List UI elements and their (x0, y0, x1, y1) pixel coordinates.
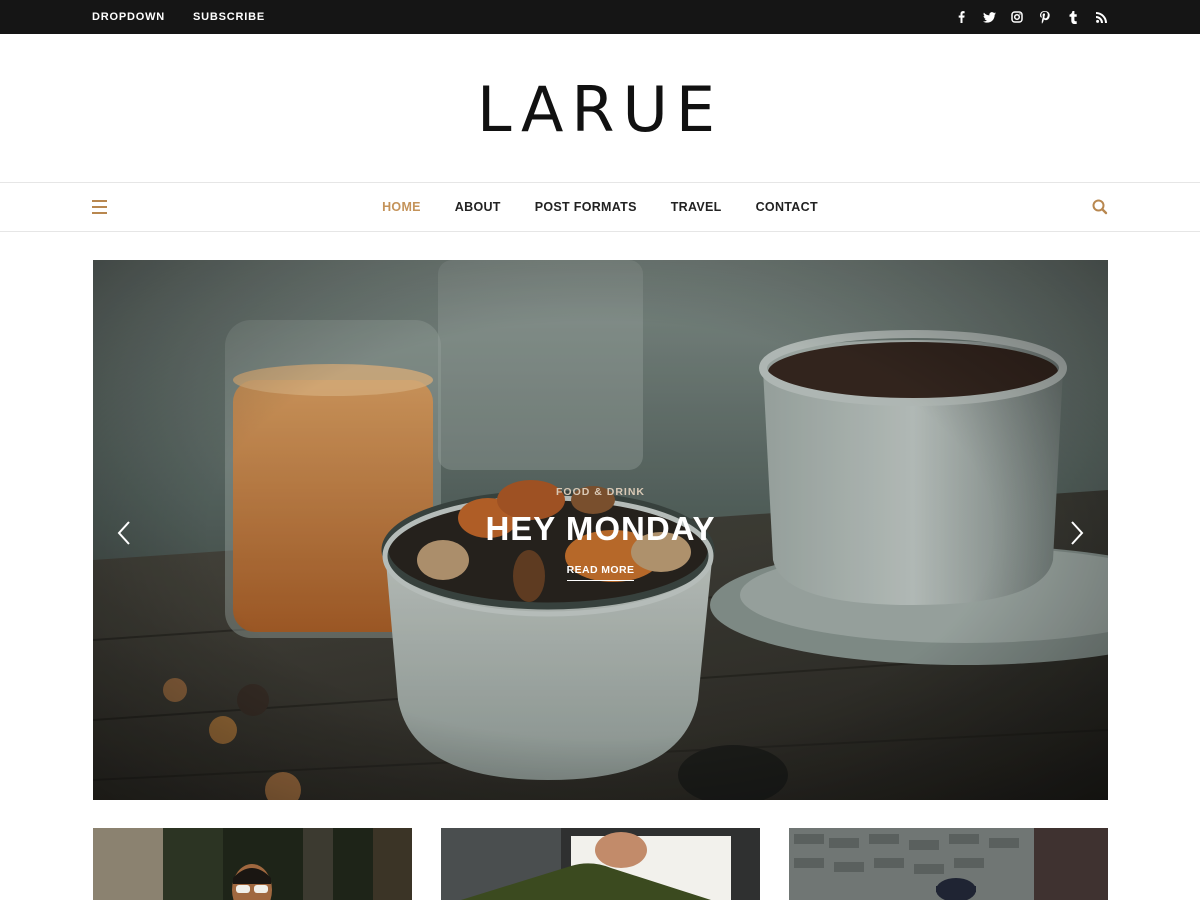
top-link-subscribe[interactable]: SUBSCRIBE (193, 11, 265, 23)
instagram-icon[interactable] (1010, 11, 1024, 23)
facebook-icon[interactable] (954, 11, 968, 23)
tumblr-icon[interactable] (1066, 10, 1080, 24)
nav-item-home[interactable]: HOME (382, 200, 421, 214)
post-card-image[interactable] (789, 828, 1108, 900)
top-links: DROPDOWN SUBSCRIBE (92, 0, 265, 34)
twitter-icon[interactable] (982, 11, 996, 23)
nav-menu: HOME ABOUT POST FORMATS TRAVEL CONTACT (0, 183, 1200, 231)
site-header: LARUE (0, 34, 1200, 182)
post-card-image[interactable] (93, 828, 412, 900)
site-logo[interactable]: LARUE (477, 73, 723, 146)
search-icon[interactable] (1092, 198, 1108, 216)
read-more-link[interactable]: READ MORE (566, 564, 635, 581)
chevron-right-icon[interactable] (1066, 518, 1086, 548)
nav-item-about[interactable]: ABOUT (455, 200, 501, 214)
slide-title[interactable]: HEY MONDAY (93, 510, 1108, 548)
chevron-left-icon[interactable] (115, 518, 135, 548)
rss-icon[interactable] (1094, 11, 1108, 23)
nav-item-travel[interactable]: TRAVEL (671, 200, 722, 214)
main-nav: HOME ABOUT POST FORMATS TRAVEL CONTACT (0, 182, 1200, 232)
nav-item-post-formats[interactable]: POST FORMATS (535, 200, 637, 214)
nav-item-contact[interactable]: CONTACT (756, 200, 818, 214)
top-bar: DROPDOWN SUBSCRIBE (0, 0, 1200, 34)
slide-caption: FOOD & DRINK HEY MONDAY READ MORE (93, 486, 1108, 581)
social-icons (954, 0, 1108, 34)
post-card-image[interactable] (441, 828, 760, 900)
top-link-dropdown[interactable]: DROPDOWN (92, 11, 165, 23)
slide-category[interactable]: FOOD & DRINK (93, 486, 1108, 498)
post-grid (93, 828, 1108, 900)
pinterest-icon[interactable] (1038, 10, 1052, 24)
featured-slider: FOOD & DRINK HEY MONDAY READ MORE (93, 260, 1108, 800)
